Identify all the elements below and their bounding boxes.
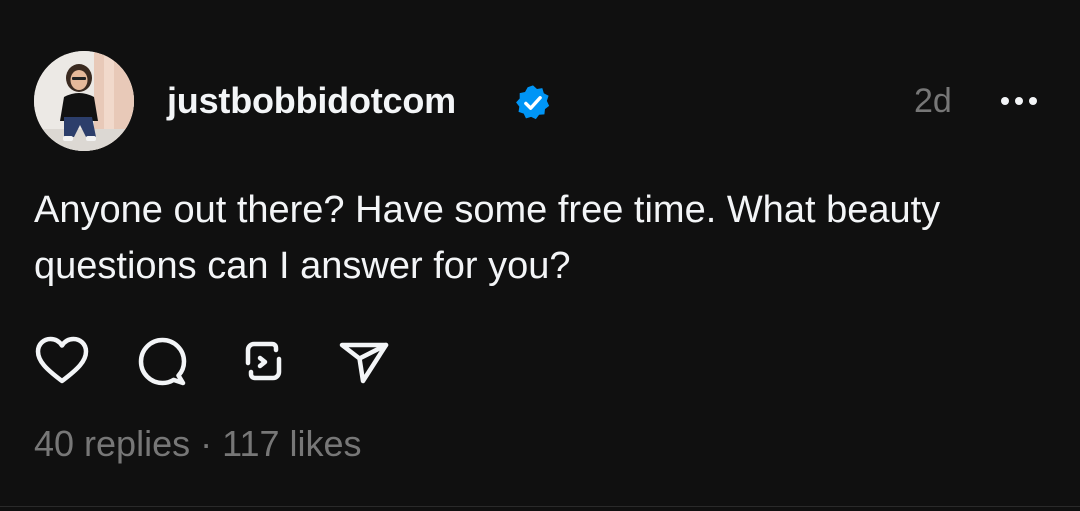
likes-count[interactable]: 117 likes [222,423,361,464]
comment-bubble-icon[interactable] [134,333,190,389]
divider [0,506,1080,507]
replies-count[interactable]: 40 replies [34,423,190,464]
repost-icon[interactable] [236,333,292,389]
heart-outline-icon[interactable] [34,333,90,389]
post-text: Anyone out there? Have some free time. W… [34,189,941,287]
avatar[interactable] [34,51,134,151]
more-horizontal-icon[interactable] [996,84,1042,118]
thread-post: justbobbidotcom 2d Anyone out there? Hav… [0,0,1080,511]
post-stats: 40 replies · 117 likes [34,421,362,467]
avatar-photo [34,51,134,151]
verified-badge-icon [516,85,550,120]
send-paper-plane-icon[interactable] [336,333,392,389]
post-timestamp: 2d [914,82,952,120]
stats-separator: · [200,423,213,464]
username[interactable]: justbobbidotcom [167,79,456,123]
